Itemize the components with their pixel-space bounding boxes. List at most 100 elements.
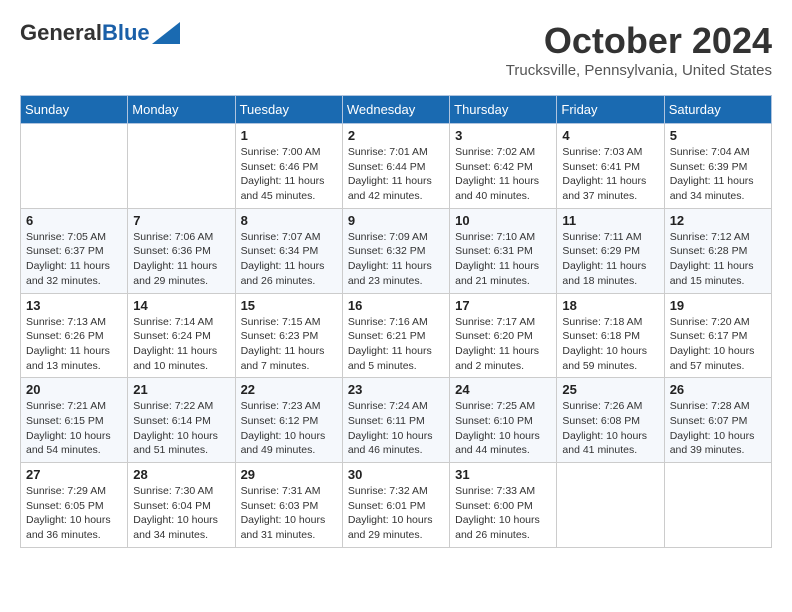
day-info: Sunrise: 7:30 AMSunset: 6:04 PMDaylight:… [133,485,218,541]
day-number: 3 [455,128,551,143]
day-number: 20 [26,382,122,397]
calendar-table: SundayMondayTuesdayWednesdayThursdayFrid… [20,95,772,548]
day-number: 12 [670,213,766,228]
day-number: 28 [133,467,229,482]
day-info: Sunrise: 7:18 AMSunset: 6:18 PMDaylight:… [562,316,647,372]
day-number: 14 [133,298,229,313]
logo-general: GeneralBlue [20,20,150,46]
calendar-cell: 10 Sunrise: 7:10 AMSunset: 6:31 PMDaylig… [450,208,557,293]
day-info: Sunrise: 7:22 AMSunset: 6:14 PMDaylight:… [133,400,218,456]
day-info: Sunrise: 7:12 AMSunset: 6:28 PMDaylight:… [670,231,754,287]
calendar-cell [557,463,664,548]
calendar-week-row: 1 Sunrise: 7:00 AMSunset: 6:46 PMDayligh… [21,124,772,209]
calendar-week-row: 6 Sunrise: 7:05 AMSunset: 6:37 PMDayligh… [21,208,772,293]
day-number: 25 [562,382,658,397]
calendar-cell: 30 Sunrise: 7:32 AMSunset: 6:01 PMDaylig… [342,463,449,548]
calendar-cell: 29 Sunrise: 7:31 AMSunset: 6:03 PMDaylig… [235,463,342,548]
day-number: 29 [241,467,337,482]
day-number: 10 [455,213,551,228]
calendar-cell: 8 Sunrise: 7:07 AMSunset: 6:34 PMDayligh… [235,208,342,293]
calendar-week-row: 13 Sunrise: 7:13 AMSunset: 6:26 PMDaylig… [21,293,772,378]
calendar-cell [664,463,771,548]
weekday-header-row: SundayMondayTuesdayWednesdayThursdayFrid… [21,96,772,124]
day-number: 6 [26,213,122,228]
day-number: 31 [455,467,551,482]
calendar-week-row: 27 Sunrise: 7:29 AMSunset: 6:05 PMDaylig… [21,463,772,548]
calendar-cell: 18 Sunrise: 7:18 AMSunset: 6:18 PMDaylig… [557,293,664,378]
day-info: Sunrise: 7:01 AMSunset: 6:44 PMDaylight:… [348,146,432,202]
weekday-header: Sunday [21,96,128,124]
day-info: Sunrise: 7:26 AMSunset: 6:08 PMDaylight:… [562,400,647,456]
day-number: 19 [670,298,766,313]
day-info: Sunrise: 7:13 AMSunset: 6:26 PMDaylight:… [26,316,110,372]
calendar-cell: 5 Sunrise: 7:04 AMSunset: 6:39 PMDayligh… [664,124,771,209]
day-number: 17 [455,298,551,313]
weekday-header: Friday [557,96,664,124]
page-header: GeneralBlue October 2024 Trucksville, Pe… [20,20,772,79]
calendar-cell: 4 Sunrise: 7:03 AMSunset: 6:41 PMDayligh… [557,124,664,209]
day-info: Sunrise: 7:10 AMSunset: 6:31 PMDaylight:… [455,231,539,287]
day-number: 22 [241,382,337,397]
calendar-cell [128,124,235,209]
calendar-cell: 7 Sunrise: 7:06 AMSunset: 6:36 PMDayligh… [128,208,235,293]
calendar-cell: 2 Sunrise: 7:01 AMSunset: 6:44 PMDayligh… [342,124,449,209]
calendar-cell: 22 Sunrise: 7:23 AMSunset: 6:12 PMDaylig… [235,378,342,463]
day-number: 27 [26,467,122,482]
day-info: Sunrise: 7:28 AMSunset: 6:07 PMDaylight:… [670,400,755,456]
day-number: 8 [241,213,337,228]
calendar-cell: 9 Sunrise: 7:09 AMSunset: 6:32 PMDayligh… [342,208,449,293]
calendar-cell: 28 Sunrise: 7:30 AMSunset: 6:04 PMDaylig… [128,463,235,548]
day-number: 13 [26,298,122,313]
day-number: 5 [670,128,766,143]
day-info: Sunrise: 7:17 AMSunset: 6:20 PMDaylight:… [455,316,539,372]
day-info: Sunrise: 7:20 AMSunset: 6:17 PMDaylight:… [670,316,755,372]
calendar-cell: 14 Sunrise: 7:14 AMSunset: 6:24 PMDaylig… [128,293,235,378]
day-info: Sunrise: 7:00 AMSunset: 6:46 PMDaylight:… [241,146,325,202]
day-info: Sunrise: 7:05 AMSunset: 6:37 PMDaylight:… [26,231,110,287]
day-info: Sunrise: 7:14 AMSunset: 6:24 PMDaylight:… [133,316,217,372]
calendar-cell: 15 Sunrise: 7:15 AMSunset: 6:23 PMDaylig… [235,293,342,378]
day-number: 23 [348,382,444,397]
day-number: 18 [562,298,658,313]
day-number: 15 [241,298,337,313]
weekday-header: Wednesday [342,96,449,124]
day-number: 30 [348,467,444,482]
day-info: Sunrise: 7:07 AMSunset: 6:34 PMDaylight:… [241,231,325,287]
day-number: 21 [133,382,229,397]
calendar-cell: 3 Sunrise: 7:02 AMSunset: 6:42 PMDayligh… [450,124,557,209]
day-number: 4 [562,128,658,143]
calendar-cell: 13 Sunrise: 7:13 AMSunset: 6:26 PMDaylig… [21,293,128,378]
calendar-cell: 19 Sunrise: 7:20 AMSunset: 6:17 PMDaylig… [664,293,771,378]
day-number: 11 [562,213,658,228]
month-title: October 2024 [506,20,772,62]
calendar-cell: 24 Sunrise: 7:25 AMSunset: 6:10 PMDaylig… [450,378,557,463]
day-info: Sunrise: 7:32 AMSunset: 6:01 PMDaylight:… [348,485,433,541]
day-number: 26 [670,382,766,397]
calendar-cell: 27 Sunrise: 7:29 AMSunset: 6:05 PMDaylig… [21,463,128,548]
day-info: Sunrise: 7:04 AMSunset: 6:39 PMDaylight:… [670,146,754,202]
title-block: October 2024 Trucksville, Pennsylvania, … [506,20,772,79]
day-info: Sunrise: 7:16 AMSunset: 6:21 PMDaylight:… [348,316,432,372]
calendar-week-row: 20 Sunrise: 7:21 AMSunset: 6:15 PMDaylig… [21,378,772,463]
calendar-cell: 11 Sunrise: 7:11 AMSunset: 6:29 PMDaylig… [557,208,664,293]
calendar-cell: 1 Sunrise: 7:00 AMSunset: 6:46 PMDayligh… [235,124,342,209]
weekday-header: Tuesday [235,96,342,124]
calendar-cell: 21 Sunrise: 7:22 AMSunset: 6:14 PMDaylig… [128,378,235,463]
day-info: Sunrise: 7:03 AMSunset: 6:41 PMDaylight:… [562,146,646,202]
day-info: Sunrise: 7:31 AMSunset: 6:03 PMDaylight:… [241,485,326,541]
day-info: Sunrise: 7:33 AMSunset: 6:00 PMDaylight:… [455,485,540,541]
day-number: 16 [348,298,444,313]
logo: GeneralBlue [20,20,180,46]
day-info: Sunrise: 7:21 AMSunset: 6:15 PMDaylight:… [26,400,111,456]
calendar-cell: 17 Sunrise: 7:17 AMSunset: 6:20 PMDaylig… [450,293,557,378]
weekday-header: Monday [128,96,235,124]
day-info: Sunrise: 7:24 AMSunset: 6:11 PMDaylight:… [348,400,433,456]
calendar-cell: 6 Sunrise: 7:05 AMSunset: 6:37 PMDayligh… [21,208,128,293]
day-info: Sunrise: 7:29 AMSunset: 6:05 PMDaylight:… [26,485,111,541]
day-number: 9 [348,213,444,228]
logo-icon [152,22,180,44]
weekday-header: Thursday [450,96,557,124]
location-subtitle: Trucksville, Pennsylvania, United States [506,62,772,79]
calendar-cell: 31 Sunrise: 7:33 AMSunset: 6:00 PMDaylig… [450,463,557,548]
day-info: Sunrise: 7:23 AMSunset: 6:12 PMDaylight:… [241,400,326,456]
